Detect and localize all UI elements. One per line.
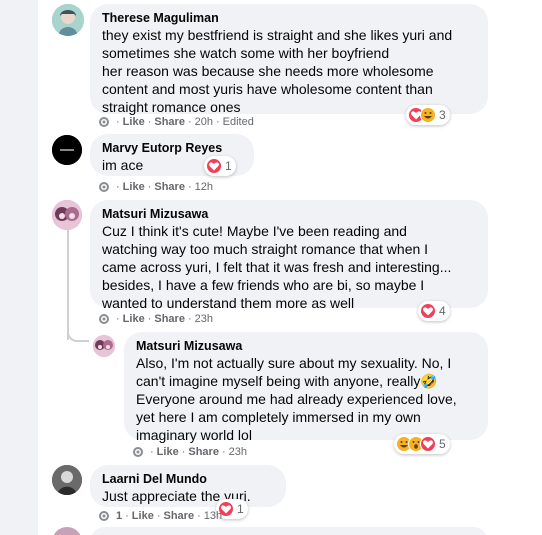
avatar-image xyxy=(52,4,84,36)
like-button[interactable]: Like xyxy=(123,180,145,194)
avatar-image xyxy=(52,135,82,165)
comment-actions: 1 · Like · Share · 13h xyxy=(98,509,222,523)
separator: · xyxy=(150,446,154,458)
gear-icon xyxy=(99,314,109,324)
gear-icon xyxy=(99,511,109,521)
comment-actions: · Like · Share · 23h xyxy=(98,312,213,326)
reaction-count: 3 xyxy=(439,108,446,122)
gear-icon xyxy=(133,447,143,457)
like-button[interactable]: Like xyxy=(123,312,145,326)
share-button[interactable]: Share xyxy=(188,445,219,459)
separator: · xyxy=(215,116,220,128)
comment-bubble: Therese Maguliman they exist my bestfrie… xyxy=(90,4,488,115)
avatar-image xyxy=(93,335,115,357)
comment-text: Cuz I think it's cute! Maybe I've been r… xyxy=(102,223,452,311)
separator: · xyxy=(187,313,192,325)
reaction-count: 1 xyxy=(237,502,244,516)
reply-count[interactable]: 1 xyxy=(116,509,122,523)
avatar-image xyxy=(52,200,82,230)
avatar[interactable] xyxy=(52,527,82,535)
separator: · xyxy=(116,116,120,128)
share-button[interactable]: Share xyxy=(163,509,194,523)
love-reaction-icon xyxy=(206,158,222,174)
comment-text: they exist my bestfriend is straight and… xyxy=(102,27,453,115)
share-button[interactable]: Share xyxy=(154,312,185,326)
separator: · xyxy=(187,181,192,193)
comment-time[interactable]: 23h xyxy=(195,312,213,326)
haha-reaction-icon xyxy=(420,107,436,123)
comment-bubble: Matsuri Mizusawa Also, I'm not actually … xyxy=(124,332,488,443)
share-button[interactable]: Share xyxy=(154,115,185,129)
comment-author[interactable]: Laarni Del Mundo xyxy=(102,471,274,487)
separator: · xyxy=(116,313,120,325)
separator: · xyxy=(197,510,201,522)
avatar[interactable] xyxy=(52,200,82,230)
like-button[interactable]: Like xyxy=(132,509,154,523)
comment-author[interactable]: Marvy Eutorp Reyes xyxy=(102,140,242,156)
comment-author[interactable]: Matsuri Mizusawa xyxy=(102,206,476,222)
comment-actions: · Like · Share · 23h xyxy=(132,445,247,459)
comment-actions: · Like · Share · 20h · Edited xyxy=(98,115,254,129)
gear-icon xyxy=(99,182,109,192)
edited-label: Edited xyxy=(222,116,254,128)
separator: · xyxy=(147,313,152,325)
separator: · xyxy=(187,116,192,128)
separator: · xyxy=(125,510,129,522)
comment-text: Just appreciate the yuri. xyxy=(102,488,251,504)
love-reaction-icon xyxy=(420,303,436,319)
comment-time[interactable]: 23h xyxy=(229,445,247,459)
love-reaction-icon xyxy=(420,436,436,452)
like-button[interactable]: Like xyxy=(157,445,179,459)
separator: · xyxy=(181,446,186,458)
gear-icon xyxy=(99,117,109,127)
avatar[interactable] xyxy=(52,465,82,495)
comment-actions: · Like · Share · 12h xyxy=(98,180,213,194)
comments-panel: Therese Maguliman they exist my bestfrie… xyxy=(38,0,542,535)
comment-time[interactable]: 20h xyxy=(195,115,213,129)
like-button[interactable]: Like xyxy=(123,115,145,129)
thread-line xyxy=(67,318,89,342)
avatar[interactable] xyxy=(93,335,115,357)
separator: · xyxy=(147,181,152,193)
separator: · xyxy=(116,181,120,193)
comment-author[interactable]: Therese Maguliman xyxy=(102,10,476,26)
separator: · xyxy=(147,116,152,128)
comment-time[interactable]: 13h xyxy=(204,509,222,523)
comment-bubble: Laarni Del Mundo Just appreciate the yur… xyxy=(90,465,286,507)
separator: · xyxy=(221,446,226,458)
reaction-summary[interactable]: 5 xyxy=(394,434,450,454)
reaction-count: 1 xyxy=(225,159,232,173)
avatar[interactable] xyxy=(52,4,84,36)
comment-time[interactable]: 12h xyxy=(195,180,213,194)
reaction-count: 5 xyxy=(439,437,446,451)
comment-text: Also, I'm not actually sure about my sex… xyxy=(136,355,457,443)
separator: · xyxy=(156,510,161,522)
comment-bubble xyxy=(90,527,488,535)
avatar[interactable] xyxy=(52,135,82,165)
comment-bubble: Matsuri Mizusawa Cuz I think it's cute! … xyxy=(90,200,488,311)
comment-author[interactable]: Matsuri Mizusawa xyxy=(136,338,476,354)
reaction-count: 4 xyxy=(439,304,446,318)
share-button[interactable]: Share xyxy=(154,180,185,194)
reaction-summary[interactable]: 4 xyxy=(418,301,450,321)
reaction-summary[interactable]: 3 xyxy=(406,105,450,125)
reaction-summary[interactable]: 1 xyxy=(204,156,236,176)
avatar-image xyxy=(52,465,82,495)
